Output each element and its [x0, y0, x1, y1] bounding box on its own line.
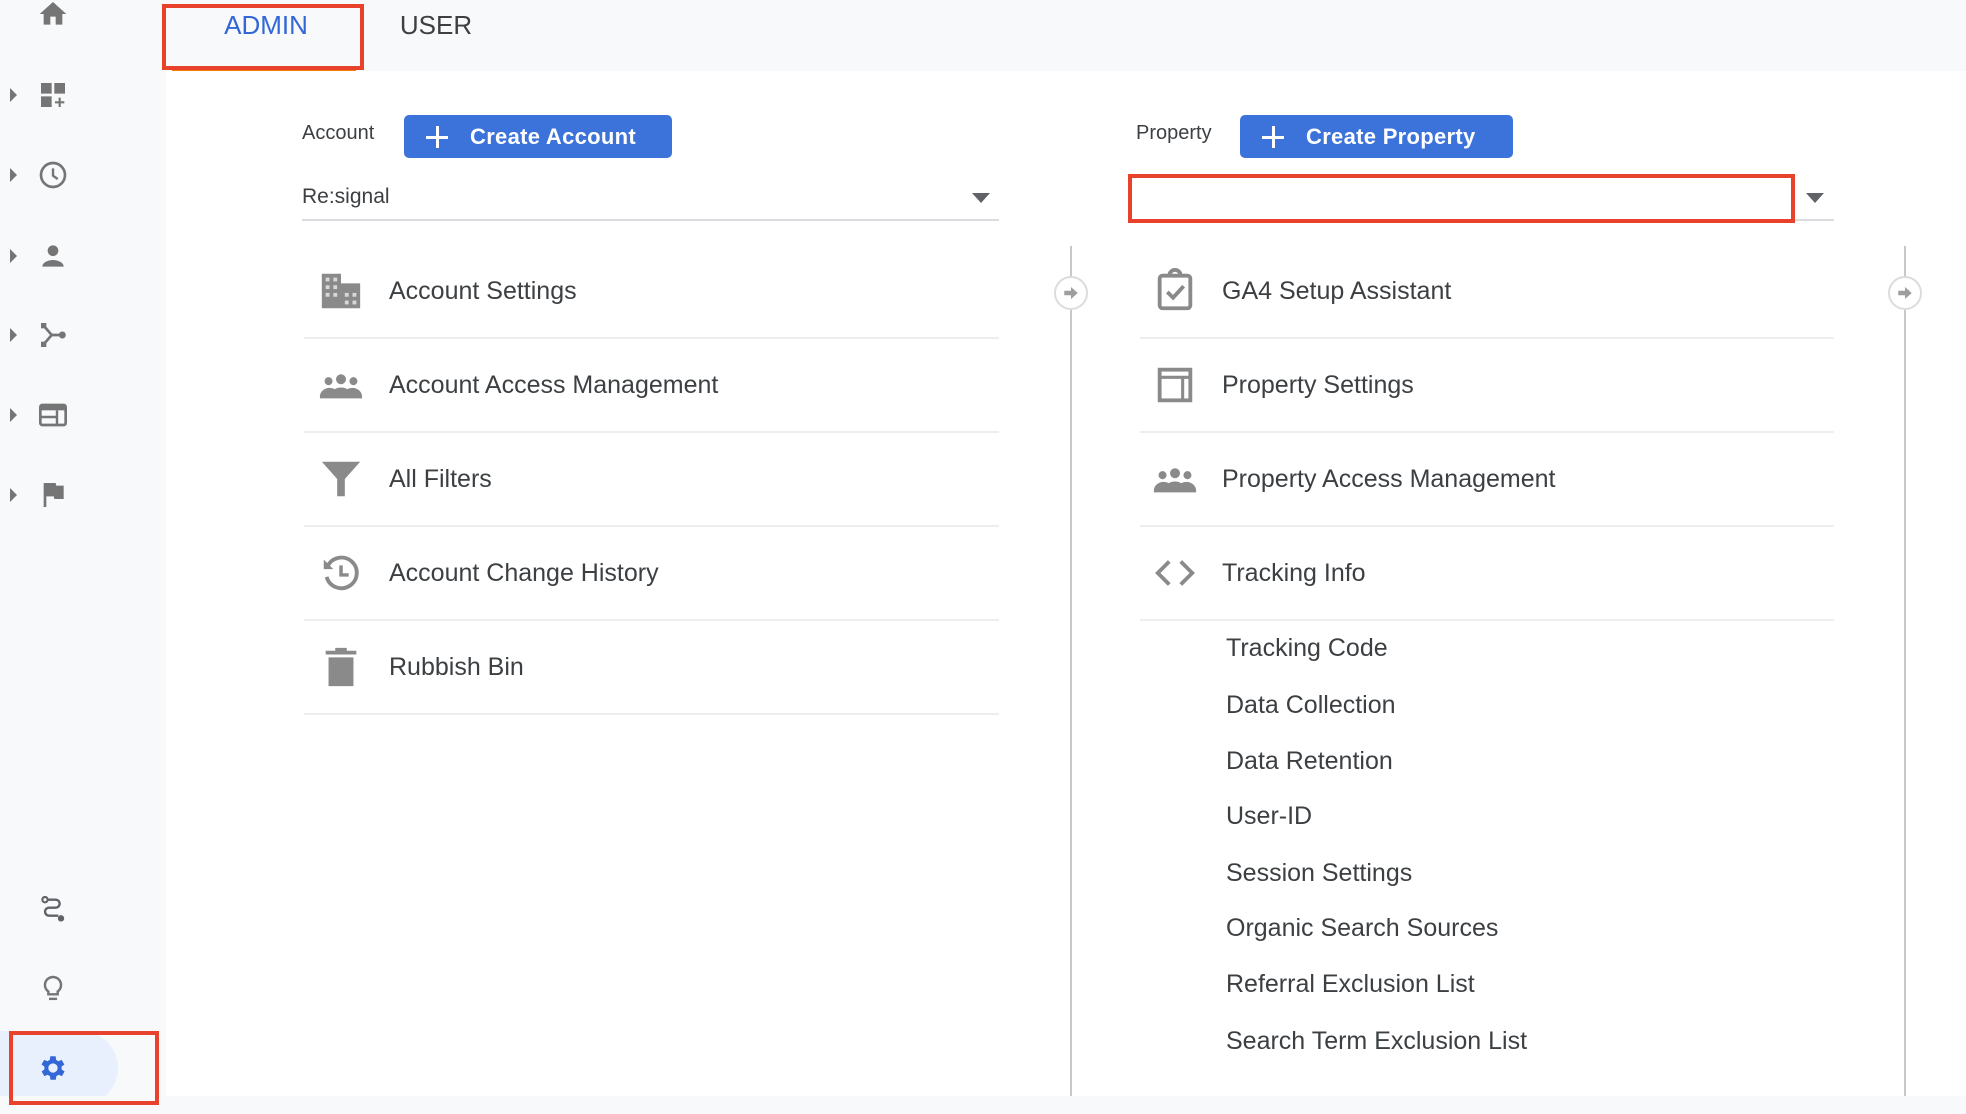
property-settings-label: Property Settings — [1222, 371, 1414, 399]
ga4-setup-assistant-row[interactable]: GA4 Setup Assistant — [1140, 245, 1834, 339]
rubbish-bin-row[interactable]: Rubbish Bin — [304, 621, 999, 715]
tracking-info-label: Tracking Info — [1222, 559, 1366, 587]
tab-user[interactable]: USER — [386, 0, 486, 71]
property-selector[interactable] — [1128, 175, 1834, 221]
attribution-path-icon — [37, 893, 69, 925]
bottom-strip — [0, 1096, 1966, 1114]
realtime-clock-icon — [37, 159, 69, 191]
tracking-code-link[interactable]: Tracking Code — [1226, 633, 1388, 663]
building-icon — [318, 268, 364, 314]
nav-customization[interactable] — [0, 65, 164, 125]
expand-caret-icon[interactable] — [10, 249, 17, 263]
account-property-connector-line — [1070, 246, 1072, 1096]
account-access-management-label: Account Access Management — [389, 371, 719, 399]
history-icon — [318, 550, 364, 596]
session-settings-link[interactable]: Session Settings — [1226, 858, 1412, 888]
nav-attribution[interactable] — [0, 879, 164, 939]
nav-admin[interactable] — [0, 1038, 164, 1098]
admin-user-tabbar: ADMIN USER — [164, 0, 1966, 71]
tab-user-label: USER — [399, 10, 473, 40]
admin-gear-icon — [37, 1052, 69, 1084]
arrow-right-icon — [1064, 287, 1078, 299]
acquisition-branch-icon — [37, 319, 69, 351]
nav-acquisition[interactable] — [0, 305, 164, 365]
ga4-setup-assistant-label: GA4 Setup Assistant — [1222, 277, 1452, 305]
account-access-management-row[interactable]: Account Access Management — [304, 339, 999, 433]
account-selector[interactable]: Re:signal — [302, 175, 999, 221]
property-access-management-label: Property Access Management — [1222, 465, 1556, 493]
trash-icon — [318, 644, 364, 690]
all-filters-row[interactable]: All Filters — [304, 433, 999, 527]
code-icon — [1152, 550, 1198, 596]
referral-exclusion-list-link[interactable]: Referral Exclusion List — [1226, 969, 1475, 999]
tab-admin[interactable]: ADMIN — [168, 0, 364, 71]
data-retention-link[interactable]: Data Retention — [1226, 746, 1393, 776]
arrow-right-icon — [1898, 287, 1912, 299]
create-account-label: Create Account — [470, 124, 636, 149]
expand-caret-icon[interactable] — [10, 88, 17, 102]
layout-icon — [1152, 362, 1198, 408]
filter-icon — [318, 456, 364, 502]
expand-caret-icon[interactable] — [10, 408, 17, 422]
clipboard-check-icon — [1152, 268, 1198, 314]
account-settings-label: Account Settings — [389, 277, 577, 305]
property-to-view-arrow[interactable] — [1888, 276, 1922, 310]
nav-realtime[interactable] — [0, 145, 164, 205]
property-access-management-row[interactable]: Property Access Management — [1140, 433, 1834, 527]
search-term-exclusion-list-link[interactable]: Search Term Exclusion List — [1226, 1026, 1527, 1056]
home-icon — [37, 0, 69, 30]
behavior-table-icon — [37, 399, 69, 431]
conversions-flag-icon — [37, 479, 69, 511]
plus-icon — [426, 126, 448, 148]
property-column-label: Property — [1136, 122, 1212, 144]
nav-home[interactable] — [0, 0, 164, 44]
nav-audience[interactable] — [0, 226, 164, 286]
all-filters-label: All Filters — [389, 465, 492, 493]
expand-caret-icon[interactable] — [10, 168, 17, 182]
property-settings-row[interactable]: Property Settings — [1140, 339, 1834, 433]
customization-dashboard-icon — [37, 79, 69, 111]
dropdown-arrow-icon — [1806, 193, 1824, 203]
account-selector-value: Re:signal — [302, 185, 390, 208]
user-id-link[interactable]: User-ID — [1226, 801, 1312, 831]
audience-person-icon — [37, 240, 69, 272]
data-collection-link[interactable]: Data Collection — [1226, 690, 1396, 720]
create-account-button[interactable]: Create Account — [404, 115, 672, 158]
tab-admin-label: ADMIN — [224, 10, 308, 40]
plus-icon — [1262, 126, 1284, 148]
people-icon — [1152, 456, 1198, 502]
organic-search-sources-link[interactable]: Organic Search Sources — [1226, 913, 1498, 943]
create-property-button[interactable]: Create Property — [1240, 115, 1513, 158]
account-column-label: Account — [302, 122, 375, 144]
account-settings-row[interactable]: Account Settings — [304, 245, 999, 339]
expand-caret-icon[interactable] — [10, 488, 17, 502]
left-nav-sidebar — [0, 0, 164, 1114]
rubbish-bin-label: Rubbish Bin — [389, 653, 524, 681]
account-change-history-label: Account Change History — [389, 559, 659, 587]
property-view-connector-line — [1904, 246, 1906, 1096]
expand-caret-icon[interactable] — [10, 328, 17, 342]
nav-behavior[interactable] — [0, 385, 164, 445]
nav-discover[interactable] — [0, 959, 164, 1019]
discover-lightbulb-icon — [37, 973, 69, 1005]
dropdown-arrow-icon — [972, 193, 990, 203]
people-icon — [318, 362, 364, 408]
create-property-label: Create Property — [1306, 124, 1476, 149]
nav-conversions[interactable] — [0, 465, 164, 525]
account-change-history-row[interactable]: Account Change History — [304, 527, 999, 621]
account-to-property-arrow[interactable] — [1054, 276, 1088, 310]
tracking-info-row[interactable]: Tracking Info — [1140, 527, 1834, 621]
